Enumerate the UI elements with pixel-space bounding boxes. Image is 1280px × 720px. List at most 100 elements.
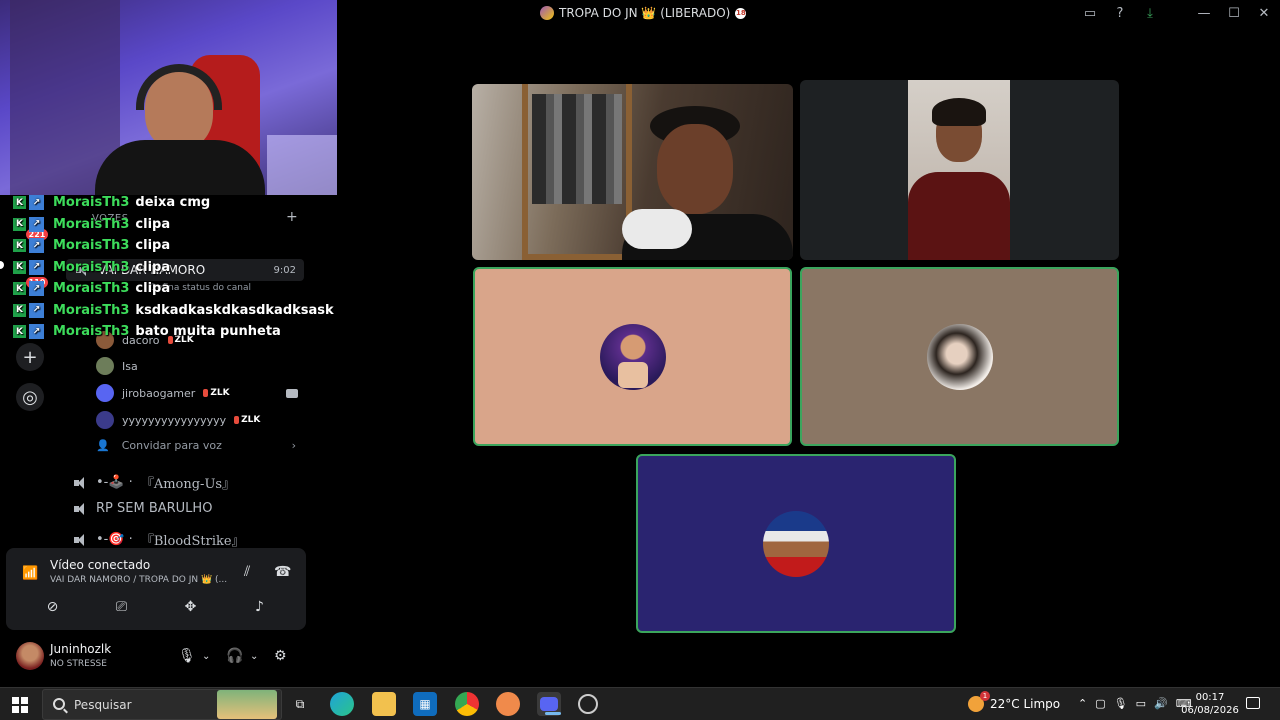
close-button[interactable]: ✕ — [1256, 4, 1272, 22]
video-tile-avatar-3[interactable] — [636, 454, 956, 633]
chevron-down-icon[interactable]: ⌄ — [202, 651, 210, 662]
chrome-icon[interactable] — [455, 692, 479, 716]
speaker-icon — [74, 502, 88, 515]
inbox-icon[interactable]: ▭ — [1082, 4, 1098, 22]
voice-channel-bloodstrike[interactable]: •-🎯 · 『BloodStrike』 — [74, 530, 245, 549]
device-icon[interactable]: ▢ — [1095, 697, 1105, 710]
age-badge: 18 — [735, 7, 747, 19]
activities-icon[interactable]: ✥ — [177, 596, 205, 618]
chat-text: clipa — [135, 281, 171, 297]
search-highlight-image — [217, 690, 277, 719]
chat-message: K ↗ MoraisTh3 clipa — [0, 278, 340, 300]
member-avatar — [96, 411, 114, 429]
soundboard-icon[interactable]: ♪ — [246, 596, 274, 618]
notification-icon[interactable] — [1246, 697, 1260, 709]
voice-member[interactable]: Isa — [96, 356, 138, 376]
download-icon[interactable]: ⤓ — [1142, 4, 1158, 22]
gear-icon[interactable]: ⚙ — [274, 648, 287, 664]
invite-to-voice[interactable]: 👤 Convidar para voz › — [96, 439, 296, 452]
voice-member[interactable]: jirobaogamer ZLK — [96, 383, 230, 403]
speaker-icon — [74, 476, 88, 489]
server-icon — [540, 6, 554, 20]
weather-widget[interactable]: 22°C Limpo — [968, 691, 1060, 712]
maximize-button[interactable]: ☐ — [1226, 4, 1242, 22]
stream-chat-overlay: K ↗ MoraisTh3 deixa cmg K ↗ MoraisTh3 clipa K ↗ Mo… — [0, 192, 340, 343]
sub-badge-icon: ↗ — [29, 195, 44, 211]
user-status: NO STRESSE — [50, 659, 107, 669]
avatar[interactable] — [16, 642, 44, 670]
kick-badge-icon: K — [13, 325, 26, 339]
participant-avatar — [763, 510, 829, 577]
camera-icon — [286, 389, 298, 398]
sub-badge-icon: ↗ — [29, 238, 44, 254]
voice-location[interactable]: VAI DAR NAMORO / TROPA DO JN 👑 (... — [50, 575, 227, 585]
task-view-icon[interactable]: ⧉ — [288, 692, 312, 716]
participant-avatar — [599, 323, 666, 390]
video-tile-avatar-1[interactable] — [473, 267, 792, 446]
kick-badge-icon: K — [13, 260, 26, 274]
obs-icon[interactable] — [578, 694, 598, 714]
minimize-button[interactable]: — — [1196, 4, 1212, 22]
chat-text: clipa — [135, 216, 171, 232]
chat-message: K ↗ MoraisTh3 deixa cmg — [0, 192, 340, 214]
help-icon[interactable]: ? — [1112, 4, 1128, 22]
headphones-icon[interactable]: 🎧 — [226, 648, 243, 664]
video-tile-camera-1[interactable] — [472, 84, 793, 260]
signal-icon[interactable]: 📶 — [22, 566, 38, 581]
server-title-text: TROPA DO JN 👑 (LIBERADO) — [559, 6, 731, 20]
member-name: Isa — [122, 359, 138, 373]
sub-badge-icon: ↗ — [29, 302, 44, 318]
chat-message: K ↗ MoraisTh3 clipa — [0, 257, 340, 279]
file-explorer-icon[interactable] — [372, 692, 396, 716]
voice-member[interactable]: yyyyyyyyyyyyyyyy ZLK — [96, 410, 260, 430]
chat-username: MoraisTh3 — [53, 195, 130, 211]
microphone-icon[interactable]: 🎙 — [178, 648, 196, 664]
microphone-tray-icon[interactable]: 🎙 — [1114, 697, 1128, 710]
server-title: TROPA DO JN 👑 (LIBERADO) 18 — [540, 6, 747, 20]
kick-badge-icon: K — [13, 303, 26, 317]
store-icon[interactable]: ▦ — [413, 692, 437, 716]
username[interactable]: Juninhozlk — [50, 642, 111, 656]
microphone-image — [622, 209, 692, 249]
speaker-icon — [74, 533, 88, 546]
taskbar-search[interactable]: Pesquisar — [42, 689, 282, 720]
kick-badge-icon: K — [13, 196, 26, 210]
discord-taskbar-icon[interactable] — [537, 692, 561, 716]
volume-icon[interactable]: 🔊 — [1154, 697, 1168, 710]
camera-off-icon[interactable]: ⊘ — [39, 596, 67, 618]
windows-start-icon[interactable] — [12, 697, 28, 713]
chat-text: ksdkadkaskdkasdkadksask — [135, 302, 334, 318]
voice-channel-rp[interactable]: RP SEM BARULHO — [74, 501, 212, 516]
chevron-up-icon[interactable]: ⌃ — [1078, 697, 1087, 710]
chat-username: MoraisTh3 — [53, 216, 130, 232]
discord-window: TROPA DO JN 👑 (LIBERADO) 18 ▭ ? ⤓ — ☐ ✕ — [0, 0, 1280, 720]
chat-username: MoraisTh3 — [53, 238, 130, 254]
kick-badge-icon: K — [13, 239, 26, 253]
video-tile-camera-2[interactable] — [800, 80, 1119, 260]
moon-icon — [968, 691, 990, 712]
voice-connection-panel: 📶 Vídeo conectado VAI DAR NAMORO / TROPA… — [6, 548, 306, 630]
explore-icon[interactable]: ◎ — [16, 383, 44, 411]
noise-suppression-icon[interactable]: ⫽ — [244, 564, 250, 580]
member-tag: ZLK — [203, 388, 229, 398]
chevron-down-icon[interactable]: ⌄ — [250, 651, 258, 662]
edge-icon[interactable] — [330, 692, 354, 716]
system-tray[interactable]: ⌃ ▢ 🎙 ▭ 🔊 ⌨ — [1078, 697, 1192, 710]
kick-badge-icon: K — [13, 217, 26, 231]
chat-message: K ↗ MoraisTh3 clipa — [0, 235, 340, 257]
chat-message: K ↗ MoraisTh3 clipa — [0, 214, 340, 236]
sub-badge-icon: ↗ — [29, 259, 44, 275]
chat-message: K ↗ MoraisTh3 bato muita punheta — [0, 321, 340, 343]
disconnect-icon[interactable]: ☎ — [274, 564, 291, 580]
screen-share-icon[interactable]: ⎚ — [108, 596, 136, 618]
video-tile-avatar-2[interactable] — [800, 267, 1119, 446]
add-server-icon[interactable]: + — [16, 343, 44, 371]
participant-avatar — [926, 323, 993, 390]
voice-channel-among-us[interactable]: •-🕹️ · 『Among-Us』 — [74, 473, 235, 492]
chat-text: clipa — [135, 238, 171, 254]
battery-icon[interactable]: ▭ — [1136, 697, 1146, 710]
sub-badge-icon: ↗ — [29, 324, 44, 340]
app-icon[interactable] — [496, 692, 520, 716]
voice-status: Vídeo conectado — [50, 558, 151, 572]
taskbar-clock[interactable]: 00:17 06/08/2026 — [1180, 691, 1240, 717]
